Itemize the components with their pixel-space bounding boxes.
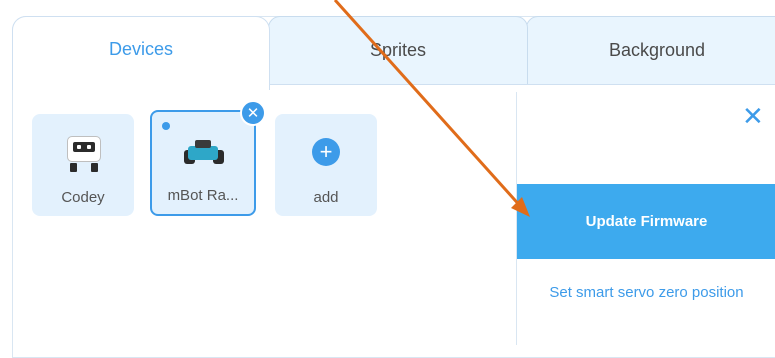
device-tile-codey[interactable]: Codey (32, 114, 134, 216)
plus-circle-icon: + (312, 138, 340, 166)
mbot-robot-icon (182, 138, 226, 168)
device-tile-mbot[interactable]: ✕ mBot Ra... (150, 100, 266, 216)
tab-background-label: Background (608, 40, 706, 60)
update-firmware-button[interactable]: Update Firmware (517, 184, 775, 259)
set-servo-zero-link[interactable]: Set smart servo zero position (517, 284, 775, 302)
tab-sprites-label: Sprites (369, 40, 427, 60)
remove-device-icon[interactable]: ✕ (240, 100, 266, 126)
tab-devices-label: Devices (108, 39, 174, 59)
add-label: add (313, 189, 339, 206)
tab-sprites[interactable]: Sprites (268, 16, 528, 85)
tab-divider (268, 84, 775, 85)
device-label: mBot Ra... (167, 187, 239, 204)
update-firmware-label: Update Firmware (585, 213, 708, 230)
close-icon[interactable]: ✕ (742, 103, 764, 129)
add-device-button[interactable]: + add (275, 114, 377, 216)
tab-background[interactable]: Background (526, 16, 775, 85)
set-servo-zero-label: Set smart servo zero position (549, 284, 744, 301)
device-label: Codey (61, 189, 105, 206)
codey-robot-icon (67, 136, 101, 172)
tab-devices[interactable]: Devices (12, 16, 270, 90)
device-options-panel: ✕ Update Firmware Set smart servo zero p… (516, 92, 775, 345)
selected-indicator (162, 122, 170, 130)
